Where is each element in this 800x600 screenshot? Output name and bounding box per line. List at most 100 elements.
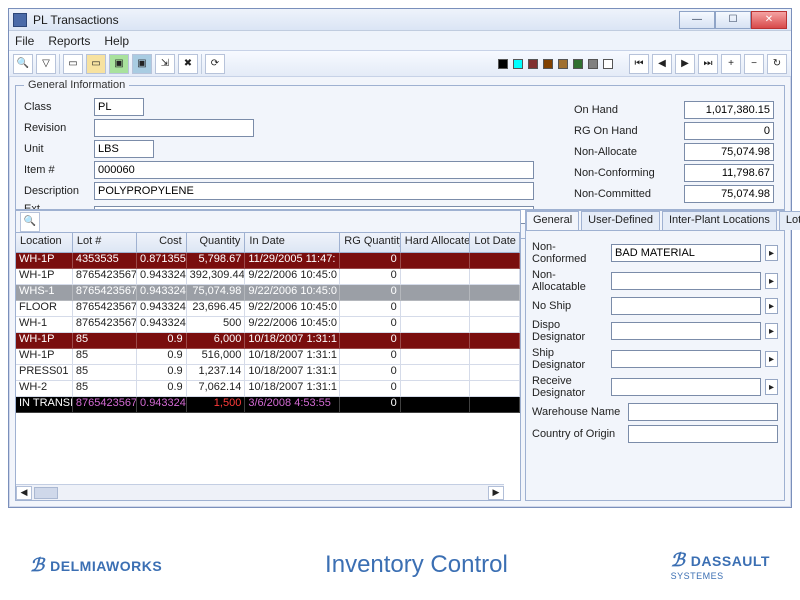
image-add-icon[interactable]: ▣	[109, 54, 129, 74]
image-edit-icon[interactable]: ▣	[132, 54, 152, 74]
nav-next-icon[interactable]: ▶	[675, 54, 695, 74]
menu-help[interactable]: Help	[104, 34, 129, 48]
scroll-right-icon[interactable]: ▶	[488, 486, 504, 500]
add-row-icon[interactable]: +	[721, 54, 741, 74]
table-cell: WH-1P	[16, 349, 73, 365]
new-doc-icon[interactable]: ▭	[63, 54, 83, 74]
col-quantity[interactable]: Quantity	[187, 233, 246, 252]
nonconformed-field[interactable]	[611, 244, 761, 262]
item-field[interactable]	[94, 161, 534, 179]
grid-search-icon[interactable]: 🔍	[20, 212, 40, 232]
tab-general[interactable]: General	[526, 211, 579, 230]
scroll-left-icon[interactable]: ◀	[16, 486, 32, 500]
tab-lotcontrol[interactable]: Lot Control	[779, 211, 800, 230]
table-cell: WH-2	[16, 381, 73, 397]
color-swatch[interactable]	[588, 59, 598, 69]
table-cell: 0	[340, 349, 401, 365]
grid-body[interactable]: WH-1P43535350.8713555,798.6711/29/2005 1…	[16, 253, 520, 413]
detail-panel: General User-Defined Inter-Plant Locatio…	[525, 210, 785, 501]
col-lot[interactable]: Lot #	[73, 233, 137, 252]
remove-row-icon[interactable]: −	[744, 54, 764, 74]
nonallocatable-field[interactable]	[611, 272, 761, 290]
col-indate[interactable]: In Date	[245, 233, 340, 252]
table-row[interactable]: PRESS01850.91,237.1410/18/2007 1:31:10	[16, 365, 520, 381]
scroll-thumb[interactable]	[34, 487, 58, 499]
table-row[interactable]: WHS-187654235670.94332475,074.989/22/200…	[16, 285, 520, 301]
footer-title: Inventory Control	[325, 551, 508, 579]
menu-file[interactable]: File	[15, 34, 34, 48]
export-icon[interactable]: ⇲	[155, 54, 175, 74]
close-button[interactable]: ✕	[751, 11, 787, 29]
filter-icon[interactable]: ▽	[36, 54, 56, 74]
table-cell: WH-1P	[16, 333, 73, 349]
table-cell: 3/6/2008 4:53:55	[245, 397, 340, 413]
color-swatch[interactable]	[603, 59, 613, 69]
col-lotdate[interactable]: Lot Date	[470, 233, 520, 252]
inventory-grid[interactable]: 🔍 Location Lot # Cost Quantity In Date R…	[15, 210, 521, 501]
tab-userdefined[interactable]: User-Defined	[581, 211, 660, 230]
shipdesig-label: Ship Designator	[532, 347, 607, 371]
col-location[interactable]: Location	[16, 233, 73, 252]
col-rgqty[interactable]: RG Quantity	[340, 233, 401, 252]
table-cell: 0.943324	[137, 269, 187, 285]
delete-icon[interactable]: ✖	[178, 54, 198, 74]
nav-first-icon[interactable]: ⏮	[629, 54, 649, 74]
table-cell	[470, 269, 520, 285]
recvdesig-field[interactable]	[611, 378, 761, 396]
table-cell: 9/22/2006 10:45:0	[245, 285, 340, 301]
sync-icon[interactable]: ⟳	[205, 54, 225, 74]
table-cell: WH-1	[16, 317, 73, 333]
minimize-button[interactable]: —	[679, 11, 715, 29]
lookup-icon[interactable]: ▸	[765, 323, 778, 339]
table-cell	[470, 317, 520, 333]
table-row[interactable]: WH-2850.97,062.1410/18/2007 1:31:10	[16, 381, 520, 397]
table-row[interactable]: WH-1P43535350.8713555,798.6711/29/2005 1…	[16, 253, 520, 269]
nonallocatable-label: Non-Allocatable	[532, 269, 607, 293]
nav-prev-icon[interactable]: ◀	[652, 54, 672, 74]
noship-field[interactable]	[611, 297, 761, 315]
search-icon[interactable]: 🔍	[13, 54, 33, 74]
table-row[interactable]: WH-1P850.96,00010/18/2007 1:31:10	[16, 333, 520, 349]
color-swatch[interactable]	[543, 59, 553, 69]
table-row[interactable]: IN TRANSIT87654235670.9433241,5003/6/200…	[16, 397, 520, 413]
color-swatch[interactable]	[558, 59, 568, 69]
unit-field[interactable]	[94, 140, 154, 158]
lookup-icon[interactable]: ▸	[765, 351, 778, 367]
noship-label: No Ship	[532, 300, 607, 312]
refresh-icon[interactable]: ↻	[767, 54, 787, 74]
table-cell	[470, 333, 520, 349]
table-cell: 7,062.14	[187, 381, 246, 397]
color-swatch[interactable]	[513, 59, 523, 69]
class-field[interactable]	[94, 98, 144, 116]
menu-reports[interactable]: Reports	[48, 34, 90, 48]
horizontal-scrollbar[interactable]: ◀ ▶	[16, 484, 504, 500]
table-cell	[470, 365, 520, 381]
lookup-icon[interactable]: ▸	[765, 379, 778, 395]
lookup-icon[interactable]: ▸	[765, 298, 778, 314]
table-cell: 0.9	[137, 365, 187, 381]
nav-last-icon[interactable]: ⏭	[698, 54, 718, 74]
color-swatch[interactable]	[498, 59, 508, 69]
tab-interplant[interactable]: Inter-Plant Locations	[662, 211, 777, 230]
description-field[interactable]	[94, 182, 534, 200]
lookup-icon[interactable]: ▸	[765, 245, 778, 261]
color-swatch[interactable]	[528, 59, 538, 69]
on-hand-label: On Hand	[574, 104, 618, 116]
col-cost[interactable]: Cost	[137, 233, 187, 252]
maximize-button[interactable]: ☐	[715, 11, 751, 29]
table-cell	[470, 253, 520, 269]
col-hardalloc[interactable]: Hard Allocated	[401, 233, 471, 252]
folder-icon[interactable]: ▭	[86, 54, 106, 74]
table-row[interactable]: WH-187654235670.9433245009/22/2006 10:45…	[16, 317, 520, 333]
warehouse-field[interactable]	[628, 403, 778, 421]
shipdesig-field[interactable]	[611, 350, 761, 368]
dispo-field[interactable]	[611, 322, 761, 340]
lookup-icon[interactable]: ▸	[765, 273, 778, 289]
title-bar[interactable]: PL Transactions — ☐ ✕	[9, 9, 791, 31]
country-field[interactable]	[628, 425, 778, 443]
table-row[interactable]: WH-1P87654235670.943324392,309.449/22/20…	[16, 269, 520, 285]
table-row[interactable]: FLOOR87654235670.94332423,696.459/22/200…	[16, 301, 520, 317]
color-swatch[interactable]	[573, 59, 583, 69]
revision-field[interactable]	[94, 119, 254, 137]
table-row[interactable]: WH-1P850.9516,00010/18/2007 1:31:10	[16, 349, 520, 365]
